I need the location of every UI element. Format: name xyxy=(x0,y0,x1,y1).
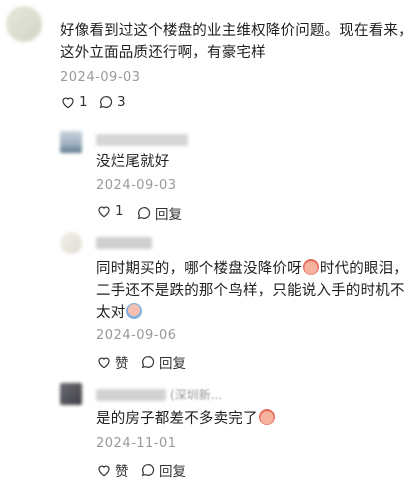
comment-like-button[interactable]: 1 xyxy=(60,94,88,110)
heart-icon xyxy=(60,94,76,110)
reply-avatar[interactable] xyxy=(60,131,82,153)
reply-text: 没烂尾就好 xyxy=(96,154,170,170)
comment-text-line-1: 好像看到过这个楼盘的业主维权降价问题。现在看来， xyxy=(60,23,413,39)
comment-bubble-icon xyxy=(136,205,152,221)
comment-reply-count: 3 xyxy=(117,94,126,110)
reply-like-label: 赞 xyxy=(115,356,129,372)
reply-text-line-2: 二手还不是跌的那个鸟样，只能说入手的时机不 xyxy=(96,283,405,299)
crying-emoji xyxy=(126,303,143,319)
comment-text-line-2: 这外立面品质还行啊，有豪宅样 xyxy=(60,45,266,61)
reply-reply-label: 回复 xyxy=(159,356,186,372)
reply-reply-label: 回复 xyxy=(159,464,186,480)
reply-username[interactable] xyxy=(96,134,188,146)
heart-icon xyxy=(96,354,112,370)
comment-bubble-icon xyxy=(140,354,156,370)
reply-reply-label: 回复 xyxy=(155,207,182,223)
reply-username[interactable] xyxy=(96,389,166,401)
reply-date: 2024-09-03 xyxy=(96,178,177,193)
reply-like-button[interactable]: 赞 xyxy=(96,460,129,480)
reply-reply-button[interactable]: 回复 xyxy=(140,352,186,372)
comment-reply-count-button[interactable]: 3 xyxy=(98,94,126,110)
comment-date: 2024-09-03 xyxy=(60,70,141,85)
heart-icon xyxy=(96,462,112,478)
reply-date: 2024-09-06 xyxy=(96,328,177,343)
reply-like-label: 赞 xyxy=(115,464,129,480)
reply-text: 是的房子都差不多卖完了 xyxy=(96,409,276,430)
reply-reply-button[interactable]: 回复 xyxy=(136,203,182,223)
comment-like-count: 1 xyxy=(79,94,88,110)
crying-emoji xyxy=(302,259,319,275)
reply-date: 2024-11-01 xyxy=(96,436,177,451)
reply-text-line-3: 太对 xyxy=(96,303,143,324)
reply-text-line-1: 同时期买的，哪个楼盘没降价呀 时代的眼泪， xyxy=(96,259,409,277)
shrug-emoji xyxy=(258,409,275,425)
reply-avatar[interactable] xyxy=(60,383,82,405)
reply-like-button[interactable]: 1 xyxy=(96,203,124,219)
reply-like-count: 1 xyxy=(115,203,124,219)
comment-bubble-icon xyxy=(98,94,114,110)
commenter-avatar[interactable] xyxy=(6,6,42,42)
reply-avatar[interactable] xyxy=(60,232,82,254)
heart-icon xyxy=(96,203,112,219)
reply-reply-button[interactable]: 回复 xyxy=(140,460,186,480)
reply-username[interactable] xyxy=(96,237,152,249)
reply-like-button[interactable]: 赞 xyxy=(96,352,129,372)
reply-username-suffix: (深圳新... xyxy=(170,388,223,402)
comment-bubble-icon xyxy=(140,462,156,478)
